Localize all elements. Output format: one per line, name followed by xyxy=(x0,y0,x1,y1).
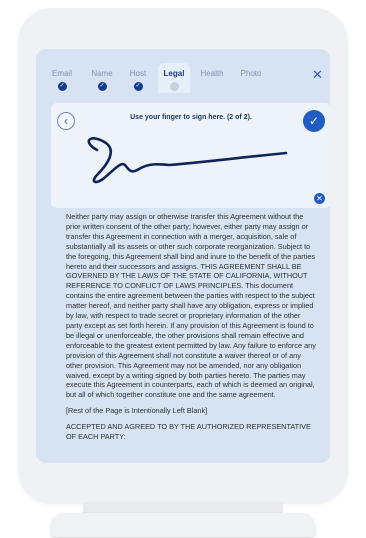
step-tabs: Email ✓ Name ✓ Host ✓ Legal Health Photo… xyxy=(36,49,330,93)
kiosk-stand-base xyxy=(52,513,314,537)
check-circle-icon: ✓ xyxy=(133,82,143,91)
check-circle-icon: ✓ xyxy=(97,82,107,91)
tab-email[interactable]: Email ✓ xyxy=(47,63,77,93)
clear-icon[interactable]: ✕ xyxy=(314,193,325,204)
agreement-body: Neither party may assign or otherwise tr… xyxy=(66,212,316,400)
tab-label: Photo xyxy=(240,69,262,78)
tab-name[interactable]: Name ✓ xyxy=(87,63,117,93)
signature-panel[interactable]: ‹ Use your finger to sign here. (2 of 2)… xyxy=(51,103,330,208)
tab-host[interactable]: Host ✓ xyxy=(124,63,152,93)
signature-drawing xyxy=(87,137,288,184)
acceptance-heading: ACCEPTED AND AGREED TO BY THE AUTHORIZED… xyxy=(66,422,311,442)
tab-label: Host xyxy=(129,69,147,78)
blank-page-note: [Rest of the Page is Intentionally Left … xyxy=(66,406,208,416)
close-icon[interactable]: ✕ xyxy=(312,67,323,83)
tab-photo[interactable]: Photo xyxy=(236,63,266,93)
agreement-text: Neither party may assign or otherwise tr… xyxy=(66,212,316,448)
check-circle-icon: ✓ xyxy=(57,82,67,91)
tab-label: Name xyxy=(91,69,113,78)
tab-label: Legal xyxy=(163,69,185,78)
tab-legal[interactable]: Legal xyxy=(158,63,190,93)
tab-label: Email xyxy=(51,69,72,78)
tab-label: Health xyxy=(200,69,224,78)
progress-dot-icon xyxy=(169,82,179,91)
tab-health[interactable]: Health xyxy=(196,63,228,93)
kiosk-screen: Email ✓ Name ✓ Host ✓ Legal Health Photo… xyxy=(36,49,330,463)
